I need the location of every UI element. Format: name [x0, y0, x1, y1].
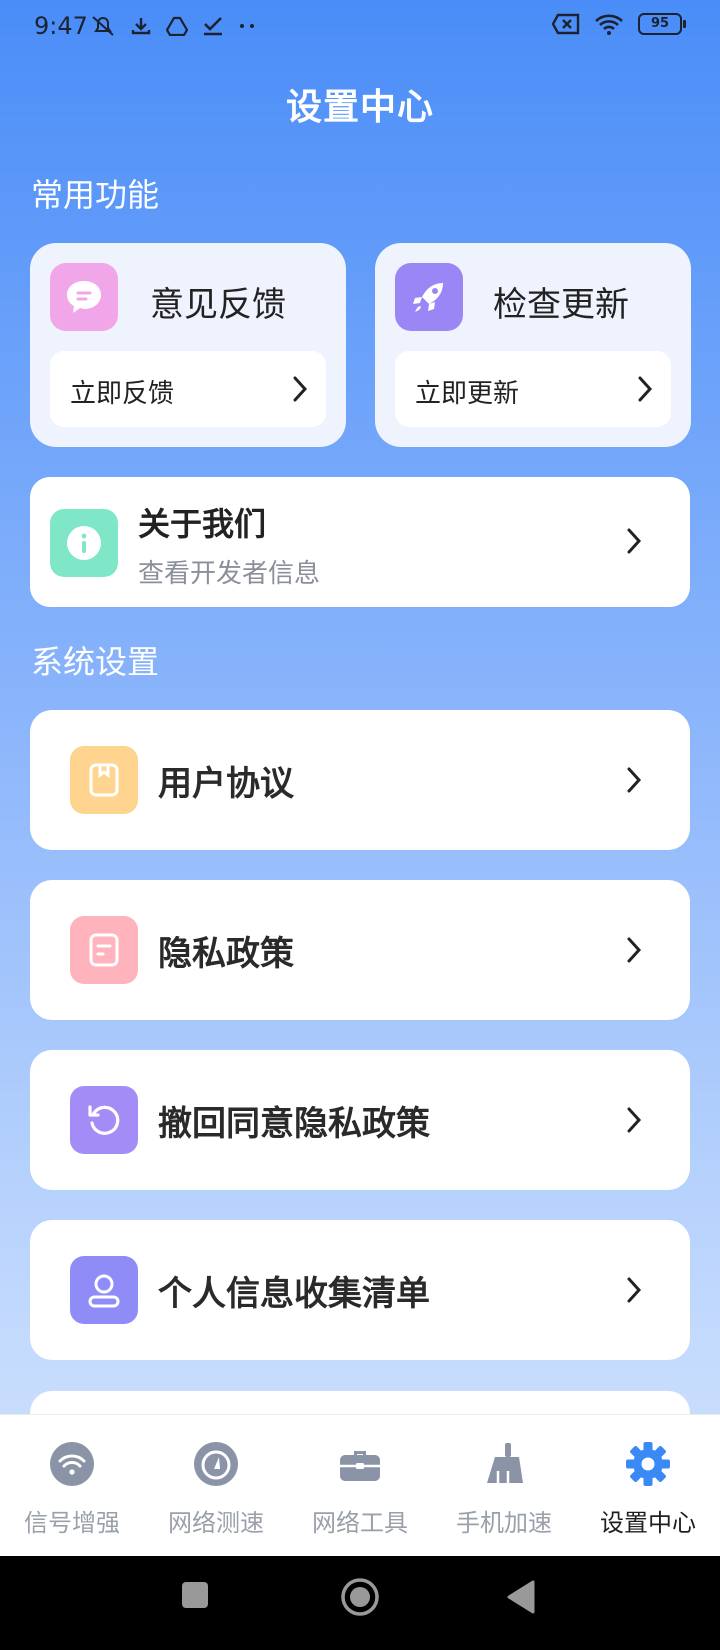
status-bar: 9:47 95 [0, 0, 720, 56]
privacy-policy-row[interactable]: 隐私政策 [30, 880, 690, 1020]
gear-icon [625, 1441, 671, 1487]
about-us-card[interactable]: 关于我们 查看开发者信息 [30, 477, 690, 607]
wifi-icon [595, 14, 623, 35]
chevron-right-icon [293, 376, 308, 402]
update-button[interactable]: 立即更新 [395, 351, 671, 427]
document-icon [70, 746, 138, 814]
status-left-icons [90, 14, 256, 38]
toolbox-icon [337, 1441, 383, 1487]
privacy-policy-label: 隐私政策 [158, 934, 294, 974]
system-nav-bar [0, 1556, 720, 1650]
tab-network-tools[interactable]: 网络工具 [288, 1415, 432, 1557]
tab-settings[interactable]: 设置中心 [576, 1415, 720, 1557]
home-button[interactable] [340, 1577, 380, 1617]
section-title-system: 系统设置 [31, 643, 160, 681]
battery-icon: 95 [638, 13, 686, 35]
update-title: 检查更新 [493, 285, 629, 325]
broom-icon [481, 1441, 527, 1487]
download-icon [131, 18, 151, 35]
update-button-label: 立即更新 [415, 379, 520, 409]
about-us-subtitle: 查看开发者信息 [138, 559, 321, 589]
check-icon [204, 17, 222, 36]
chevron-right-icon [627, 937, 642, 963]
feedback-card[interactable]: 意见反馈 立即反馈 [30, 243, 346, 447]
file-text-icon [70, 916, 138, 984]
tab-label: 手机加速 [456, 1509, 552, 1537]
signal-icon [49, 1441, 95, 1487]
speedometer-icon [193, 1441, 239, 1487]
chevron-right-icon [638, 376, 653, 402]
feedback-button[interactable]: 立即反馈 [50, 351, 326, 427]
chat-bubble-icon [50, 263, 118, 331]
info-icon [50, 509, 118, 577]
section-title-common: 常用功能 [31, 176, 160, 214]
page-title: 设置中心 [285, 87, 434, 128]
mute-icon [92, 16, 114, 36]
more-dots-icon [240, 24, 254, 28]
rocket-icon [395, 263, 463, 331]
personal-info-list-label: 个人信息收集清单 [158, 1274, 430, 1314]
chevron-right-icon [627, 1107, 642, 1133]
feedback-title: 意见反馈 [150, 285, 286, 325]
tab-phone-boost[interactable]: 手机加速 [432, 1415, 576, 1557]
bottom-tab-bar: 信号增强 网络测速 网络工具 手机加速 设置中心 [0, 1414, 720, 1556]
drive-icon [166, 16, 188, 36]
revoke-privacy-consent-row[interactable]: 撤回同意隐私政策 [30, 1050, 690, 1190]
tab-label: 设置中心 [600, 1509, 696, 1537]
back-button[interactable] [506, 1580, 536, 1614]
personal-info-list-row[interactable]: 个人信息收集清单 [30, 1220, 690, 1360]
user-agreement-row[interactable]: 用户协议 [30, 710, 690, 850]
status-time: 9:47 [34, 12, 88, 40]
status-right-icons: 95 [552, 12, 686, 36]
user-icon [70, 1256, 138, 1324]
tab-label: 信号增强 [24, 1509, 120, 1537]
tab-speed-test[interactable]: 网络测速 [144, 1415, 288, 1557]
chevron-right-icon [627, 767, 642, 793]
sim-x-icon [552, 13, 580, 35]
feedback-button-label: 立即反馈 [70, 379, 175, 409]
about-us-title: 关于我们 [138, 505, 267, 543]
tab-label: 网络测速 [168, 1509, 264, 1537]
chevron-right-icon [627, 1277, 642, 1303]
tab-signal-boost[interactable]: 信号增强 [0, 1415, 144, 1557]
chevron-right-icon [627, 528, 642, 554]
revoke-icon [70, 1086, 138, 1154]
user-agreement-label: 用户协议 [158, 764, 294, 804]
revoke-privacy-consent-label: 撤回同意隐私政策 [158, 1104, 430, 1144]
tab-label: 网络工具 [312, 1509, 408, 1537]
recents-button[interactable] [180, 1580, 210, 1610]
update-card[interactable]: 检查更新 立即更新 [375, 243, 691, 447]
